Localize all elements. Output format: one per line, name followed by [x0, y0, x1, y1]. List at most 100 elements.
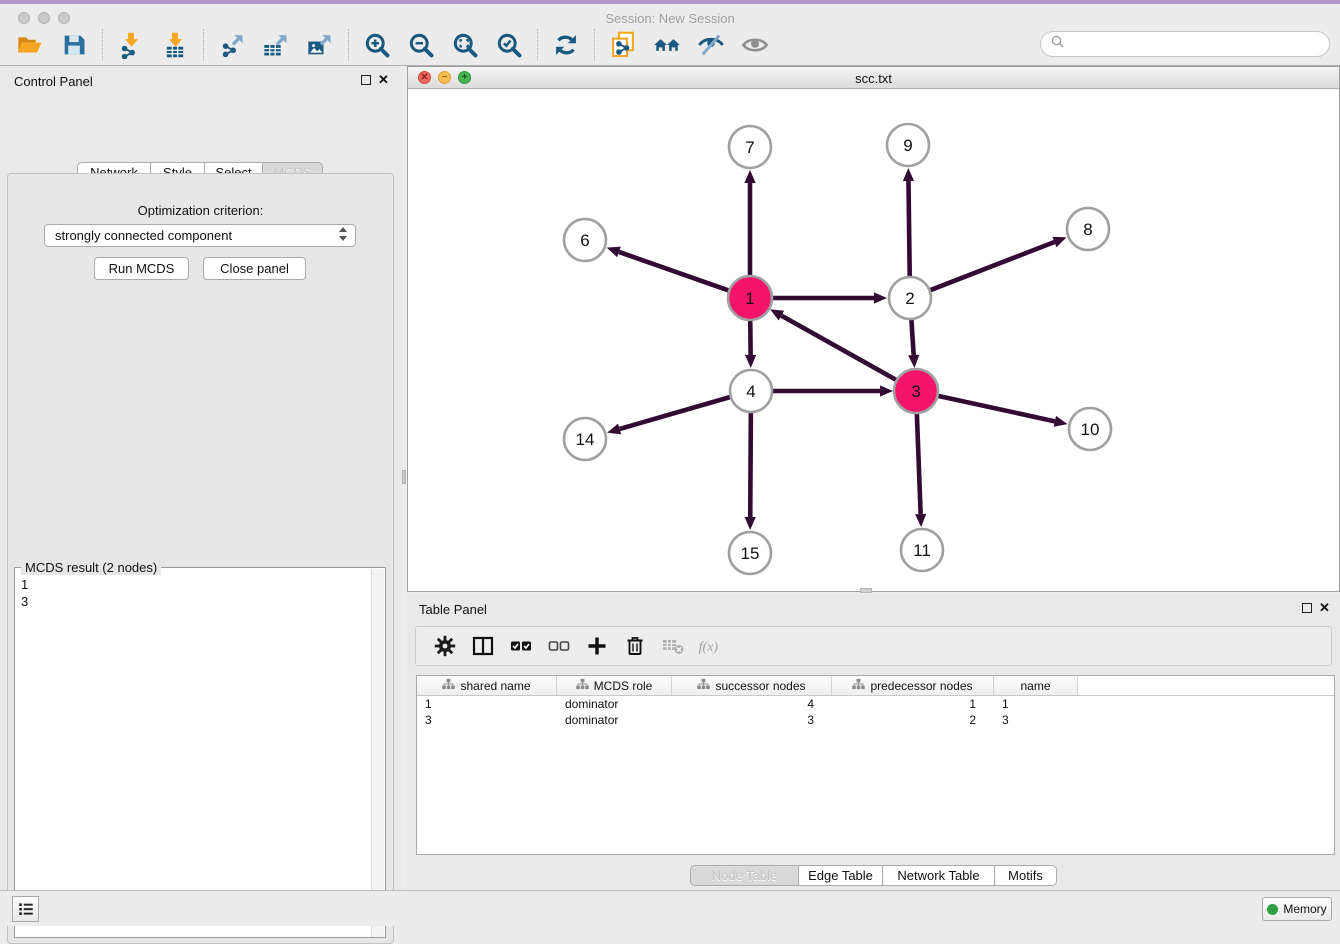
export-image-button[interactable]: [305, 30, 335, 60]
tab-motifs[interactable]: Motifs: [995, 865, 1057, 886]
column-header-label: predecessor nodes: [870, 679, 972, 693]
edge-4-14[interactable]: [620, 397, 730, 429]
svg-text:f(x): f(x): [699, 640, 719, 655]
node-table: shared name MCDS role successor nodes prede…: [416, 675, 1335, 855]
show-graphics-button[interactable]: [740, 30, 770, 60]
tab-node-table[interactable]: Node Table: [690, 865, 799, 886]
network-graph-canvas[interactable]: 7968124314101511: [408, 89, 1339, 591]
table-panel: Table Panel ✕ f(x) shared nameMCDS roles…: [407, 594, 1340, 890]
table-row-1[interactable]: 3dominator323: [417, 712, 1334, 728]
control-panel-title: Control Panel: [14, 74, 93, 89]
tab-edge-table[interactable]: Edge Table: [799, 865, 883, 886]
cell-predecessor-nodes[interactable]: 2: [832, 712, 994, 728]
column-tree-icon: [442, 678, 455, 694]
column-header-shared-name[interactable]: shared name: [417, 676, 557, 695]
memory-label: Memory: [1283, 902, 1326, 916]
edge-arrow-2-8: [1052, 237, 1066, 247]
float-table-panel-icon[interactable]: [1302, 603, 1312, 613]
cell-successor-nodes[interactable]: 3: [672, 712, 832, 728]
homes-button[interactable]: [652, 30, 682, 60]
network-window-titlebar[interactable]: ✕ − + scc.txt: [408, 67, 1339, 89]
close-panel-icon[interactable]: ✕: [378, 75, 389, 85]
close-panel-button[interactable]: Close panel: [203, 257, 306, 280]
list-icon: [17, 900, 35, 918]
edge-arrow-1-2: [874, 292, 887, 303]
search-box[interactable]: [1040, 31, 1330, 57]
toolbar-separator: [203, 29, 204, 61]
close-table-panel-icon[interactable]: ✕: [1319, 603, 1330, 613]
optimization-criterion-label: Optimization criterion:: [0, 203, 401, 218]
export-network-button[interactable]: [217, 30, 247, 60]
table-row-0[interactable]: 1dominator411: [417, 696, 1334, 712]
copy-network-button[interactable]: [608, 30, 638, 60]
cell-successor-nodes[interactable]: 4: [672, 696, 832, 712]
zoom-in-button[interactable]: [362, 30, 392, 60]
edge-arrow-4-14: [607, 424, 621, 435]
edge-arrow-1-6: [607, 247, 621, 258]
refresh-button[interactable]: [551, 30, 581, 60]
column-header-successor-nodes[interactable]: successor nodes: [672, 676, 832, 695]
zoom-out-button[interactable]: [406, 30, 436, 60]
selected-criterion-value: strongly connected component: [55, 228, 232, 243]
split-columns-button[interactable]: [469, 632, 497, 660]
import-table-button[interactable]: [160, 30, 190, 60]
save-button[interactable]: [59, 30, 89, 60]
tab-network-table[interactable]: Network Table: [883, 865, 995, 886]
toolbar-separator: [348, 29, 349, 61]
cell-name[interactable]: 3: [994, 712, 1078, 728]
toolbar-separator: [594, 29, 595, 61]
export-table-button[interactable]: [261, 30, 291, 60]
deselect-all-button[interactable]: [545, 632, 573, 660]
edge-3-11[interactable]: [917, 413, 921, 514]
hide-graphics-button[interactable]: [696, 30, 726, 60]
gear-button[interactable]: [431, 632, 459, 660]
graph-node-label-11: 11: [913, 541, 931, 560]
result-scrollbar[interactable]: [371, 569, 384, 937]
edge-3-10[interactable]: [937, 396, 1054, 422]
column-tree-icon: [697, 678, 710, 694]
column-header-predecessor-nodes[interactable]: predecessor nodes: [832, 676, 994, 695]
column-header-label: MCDS role: [594, 679, 653, 693]
edge-3-1[interactable]: [781, 316, 896, 381]
cell-MCDS-role[interactable]: dominator: [557, 712, 672, 728]
import-network-button[interactable]: [116, 30, 146, 60]
edge-arrow-4-3: [880, 385, 893, 396]
column-header-MCDS-role[interactable]: MCDS role: [557, 676, 672, 695]
task-history-button[interactable]: [12, 896, 39, 922]
graph-node-label-10: 10: [1081, 420, 1100, 439]
zoom-fit-button[interactable]: [450, 30, 480, 60]
search-icon: [1049, 33, 1067, 56]
memory-button[interactable]: Memory: [1262, 897, 1332, 921]
run-mcds-button[interactable]: Run MCDS: [94, 257, 189, 280]
edge-2-8[interactable]: [931, 242, 1055, 290]
column-header-name[interactable]: name: [994, 676, 1078, 695]
cell-shared-name[interactable]: 3: [417, 712, 557, 728]
graph-node-label-8: 8: [1083, 220, 1092, 239]
delete-column-button[interactable]: [621, 632, 649, 660]
cell-predecessor-nodes[interactable]: 1: [832, 696, 994, 712]
edge-2-3[interactable]: [911, 320, 913, 355]
select-all-button[interactable]: [507, 632, 535, 660]
cell-MCDS-role[interactable]: dominator: [557, 696, 672, 712]
function-builder-button: f(x): [697, 632, 725, 660]
optimization-criterion-select[interactable]: strongly connected component: [44, 224, 356, 247]
edge-4-15[interactable]: [750, 413, 751, 517]
select-stepper-icon: [337, 226, 349, 245]
cell-shared-name[interactable]: 1: [417, 696, 557, 712]
horizontal-splitter-grip[interactable]: [860, 588, 872, 593]
column-tree-icon: [576, 678, 589, 694]
mcds-result-group: MCDS result (2 nodes) 1 3: [14, 567, 386, 938]
zoom-selected-button[interactable]: [494, 30, 524, 60]
add-column-button[interactable]: [583, 632, 611, 660]
float-panel-icon[interactable]: [361, 75, 371, 85]
graph-node-label-15: 15: [741, 544, 760, 563]
table-header-row: shared name MCDS role successor nodes prede…: [417, 676, 1334, 696]
cell-name[interactable]: 1: [994, 696, 1078, 712]
edge-2-9[interactable]: [908, 181, 909, 276]
open-folder-button[interactable]: [15, 30, 45, 60]
splitter-grip[interactable]: [402, 470, 406, 484]
edge-1-6[interactable]: [619, 252, 729, 291]
table-toolbar: f(x): [415, 626, 1332, 666]
edge-arrow-3-11: [915, 514, 926, 527]
edge-arrow-3-10: [1054, 416, 1068, 427]
